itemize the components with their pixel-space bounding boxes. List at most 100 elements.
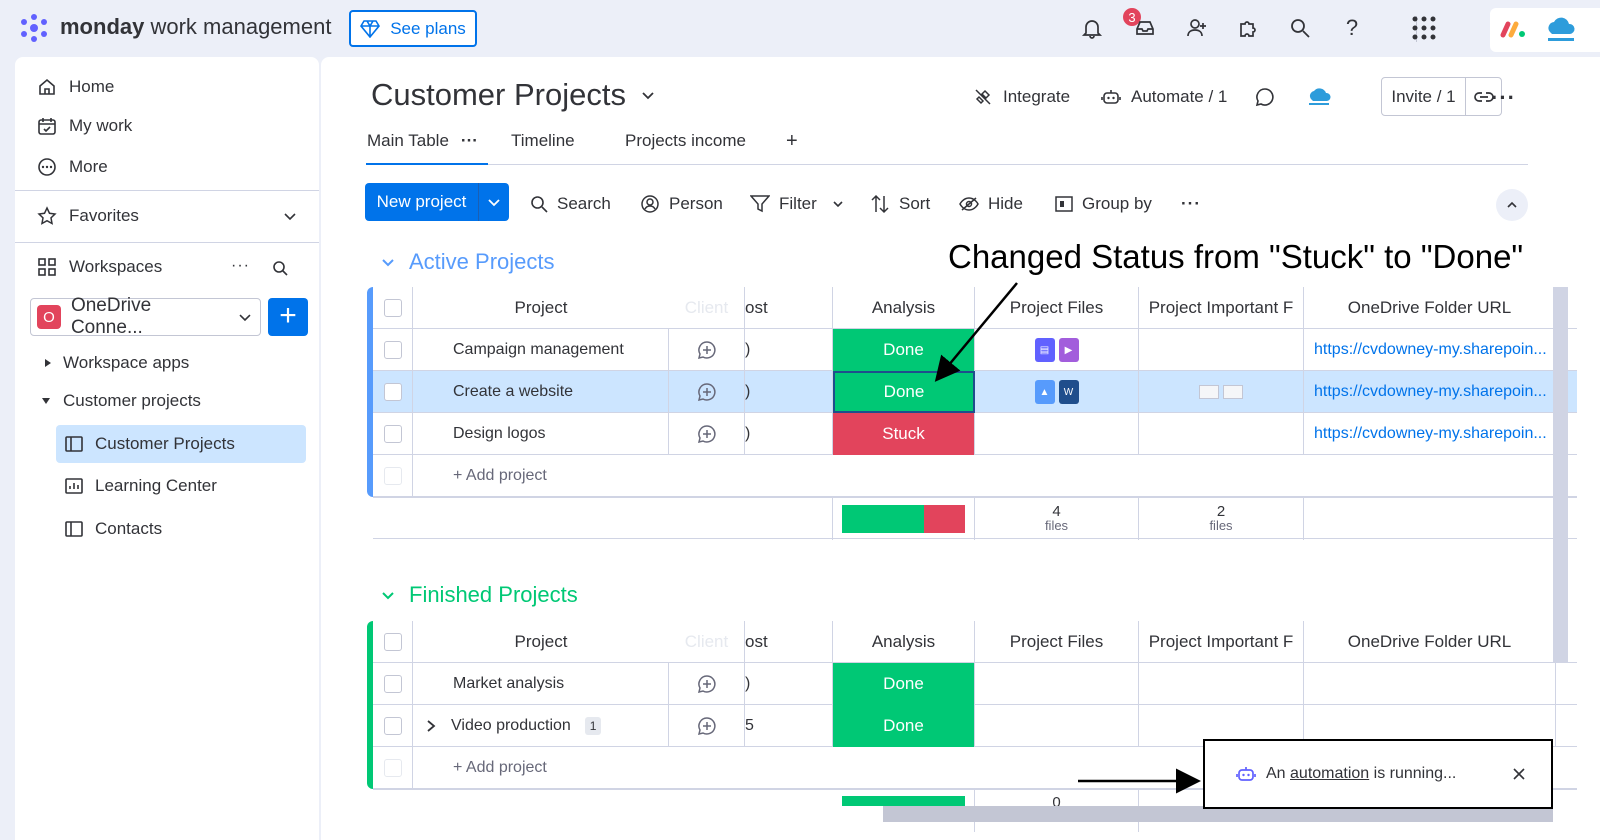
table-row[interactable]: Market analysis ) Done xyxy=(373,663,1577,705)
see-plans-button[interactable]: See plans xyxy=(349,10,477,47)
add-project-input[interactable]: + Add project xyxy=(413,455,745,497)
close-icon[interactable] xyxy=(1512,767,1526,781)
workspaces-more-icon[interactable]: ··· xyxy=(231,257,250,275)
chevron-down-icon[interactable] xyxy=(381,588,395,602)
select-all-checkbox[interactable] xyxy=(373,621,413,663)
automation-link[interactable]: automation xyxy=(1290,765,1369,782)
row-checkbox[interactable] xyxy=(373,413,413,455)
status-cell[interactable]: Done xyxy=(833,371,975,413)
sidebar-item-more[interactable]: More xyxy=(37,152,108,182)
sidebar-item-home[interactable]: Home xyxy=(37,72,114,102)
sidebar-favorites[interactable]: Favorites xyxy=(37,201,297,231)
tab-timeline[interactable]: Timeline xyxy=(511,129,575,165)
important-files-cell[interactable] xyxy=(1139,663,1304,705)
cost-cell[interactable]: ) xyxy=(745,371,833,413)
tab-options-icon[interactable]: ··· xyxy=(461,131,478,150)
onedrive-url-link[interactable]: https://cvdowney-my.sharepoin... xyxy=(1304,371,1556,413)
app-grid-icon[interactable] xyxy=(1410,14,1438,42)
filter-button[interactable]: Filter xyxy=(750,189,844,219)
row-checkbox[interactable] xyxy=(373,705,413,747)
column-header-onedrive-url[interactable]: OneDrive Folder URL xyxy=(1304,287,1556,329)
sidebar-folder-customer-projects[interactable]: Customer projects xyxy=(41,386,201,416)
board-title[interactable]: Customer Projects xyxy=(371,77,656,113)
automate-button[interactable]: Automate / 1 xyxy=(1101,83,1227,111)
collapse-header-button[interactable] xyxy=(1496,189,1528,221)
add-view-button[interactable]: + xyxy=(786,129,798,165)
group-title-finished-projects[interactable]: Finished Projects xyxy=(381,582,578,608)
important-files-cell[interactable] xyxy=(1139,371,1304,413)
status-cell[interactable]: Stuck xyxy=(833,413,975,455)
cost-cell[interactable]: 5 xyxy=(745,705,833,747)
status-summary-bar[interactable] xyxy=(833,498,975,540)
search-icon[interactable] xyxy=(1286,14,1314,42)
status-cell[interactable]: Done xyxy=(833,705,975,747)
search-button[interactable]: Search xyxy=(530,189,611,219)
status-cell[interactable]: Done xyxy=(833,329,975,371)
notifications-bell-icon[interactable] xyxy=(1078,14,1106,42)
cost-cell[interactable]: ) xyxy=(745,663,833,705)
group-by-button[interactable]: Group by xyxy=(1055,189,1152,219)
onedrive-url-link[interactable]: https://cvdowney-my.sharepoin... xyxy=(1304,413,1556,455)
files-cell[interactable]: ▲ W xyxy=(975,371,1139,413)
add-update-icon[interactable] xyxy=(669,371,745,413)
table-row[interactable]: Create a website ) Done ▲ W https://cvdo… xyxy=(373,371,1577,413)
files-cell[interactable] xyxy=(975,663,1139,705)
item-name[interactable]: Market analysis xyxy=(413,663,669,705)
column-header-analysis[interactable]: Analysis xyxy=(833,621,975,663)
person-filter-button[interactable]: Person xyxy=(640,189,723,219)
cost-cell[interactable]: ) xyxy=(745,329,833,371)
tab-main-table[interactable]: Main Table ··· xyxy=(366,129,488,165)
add-update-icon[interactable] xyxy=(669,663,745,705)
doc-file-icon[interactable]: ▤ xyxy=(1034,338,1055,362)
board-more-icon[interactable]: ··· xyxy=(1491,85,1516,111)
item-name[interactable]: Video production xyxy=(451,717,571,735)
invite-member-icon[interactable] xyxy=(1183,14,1211,42)
add-project-input[interactable]: + Add project xyxy=(413,747,745,789)
sidebar-item-learning-center[interactable]: Learning Center xyxy=(65,471,217,501)
item-name-cell[interactable]: Video production 1 xyxy=(413,705,669,747)
image-file-icon[interactable]: ▲ xyxy=(1034,380,1055,404)
sidebar-item-customer-projects-board[interactable]: Customer Projects xyxy=(65,429,235,459)
workspace-search-icon[interactable] xyxy=(272,260,288,276)
inbox-icon[interactable] xyxy=(1131,14,1159,42)
status-cell[interactable]: Done xyxy=(833,663,975,705)
add-workspace-item-button[interactable]: + xyxy=(268,298,308,336)
new-project-button[interactable]: New project xyxy=(365,183,509,221)
help-icon[interactable]: ? xyxy=(1338,14,1366,42)
select-all-checkbox[interactable] xyxy=(373,287,413,329)
chevron-down-icon[interactable] xyxy=(832,198,844,210)
cost-cell[interactable]: ) xyxy=(745,413,833,455)
vertical-scrollbar[interactable] xyxy=(1553,287,1568,663)
onedrive-url-link[interactable]: https://cvdowney-my.sharepoin... xyxy=(1304,329,1556,371)
table-row[interactable]: Design logos ) Stuck https://cvdowney-my… xyxy=(373,413,1577,455)
item-name[interactable]: Design logos xyxy=(413,413,669,455)
video-file-icon[interactable]: ▶ xyxy=(1058,338,1079,362)
account-menu[interactable] xyxy=(1490,8,1600,52)
column-header-project[interactable]: Project xyxy=(413,621,669,663)
column-header-important-files[interactable]: Project Important F xyxy=(1139,287,1304,329)
invite-button[interactable]: Invite / 1 xyxy=(1381,77,1502,116)
column-header-cost[interactable]: ost xyxy=(745,287,833,329)
integrate-button[interactable]: Integrate xyxy=(973,83,1070,111)
workspace-selector[interactable]: O OneDrive Conne... xyxy=(30,295,261,338)
file-thumbnail-icon[interactable] xyxy=(1199,385,1219,399)
add-update-icon[interactable] xyxy=(669,413,745,455)
column-header-onedrive-url[interactable]: OneDrive Folder URL xyxy=(1304,621,1556,663)
files-cell[interactable]: ▤ ▶ xyxy=(975,329,1139,371)
file-thumbnail-icon[interactable] xyxy=(1223,385,1243,399)
row-checkbox[interactable] xyxy=(373,371,413,413)
row-checkbox[interactable] xyxy=(373,329,413,371)
sidebar-item-workspace-apps[interactable]: Workspace apps xyxy=(43,348,189,378)
word-file-icon[interactable]: W xyxy=(1058,380,1079,404)
item-name[interactable]: Campaign management xyxy=(413,329,669,371)
column-header-important-files[interactable]: Project Important F xyxy=(1139,621,1304,663)
add-item-row[interactable]: + Add project xyxy=(373,455,1577,497)
sort-button[interactable]: Sort xyxy=(870,189,930,219)
updates-chat-icon[interactable] xyxy=(1254,83,1276,111)
item-name[interactable]: Create a website xyxy=(413,371,669,413)
row-checkbox[interactable] xyxy=(373,663,413,705)
chevron-down-icon[interactable] xyxy=(381,255,395,269)
new-project-dropdown-icon[interactable] xyxy=(479,195,509,209)
add-update-icon[interactable] xyxy=(669,329,745,371)
column-header-analysis[interactable]: Analysis xyxy=(833,287,975,329)
